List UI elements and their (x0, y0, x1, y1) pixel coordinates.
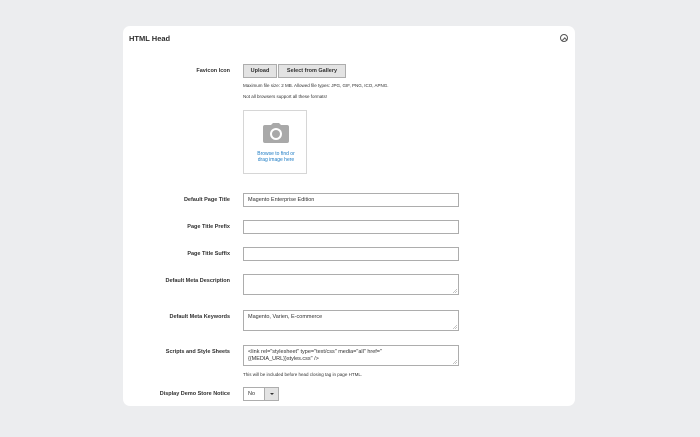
meta-keywords-textarea[interactable]: Magento, Varien, E-commerce (243, 310, 459, 331)
scripts-note: This will be included before head closin… (243, 372, 363, 377)
meta-keywords-label: Default Meta Keywords (169, 314, 230, 320)
select-from-gallery-button[interactable]: Select from Gallery (278, 64, 346, 78)
resize-handle-icon[interactable] (453, 360, 457, 364)
dropzone-line-2: drag image here (257, 157, 295, 163)
dropzone-text[interactable]: Browse to find or drag image here (244, 151, 308, 163)
section-title[interactable]: HTML Head (129, 34, 170, 43)
page-title-suffix-input[interactable] (243, 247, 459, 261)
scripts-value-line-2: {{MEDIA_URL}}styles.css" /> (248, 356, 319, 362)
camera-icon (263, 123, 289, 143)
demo-notice-value: No (248, 391, 256, 397)
meta-description-textarea[interactable] (243, 274, 459, 295)
upload-button[interactable]: Upload (243, 64, 277, 78)
scripts-textarea[interactable]: <link rel="stylesheet" type="text/css" m… (243, 345, 459, 366)
resize-handle-icon[interactable] (453, 325, 457, 329)
page-title-prefix-input[interactable] (243, 220, 459, 234)
default-page-title-input[interactable]: Magento Enterprise Edition (243, 193, 459, 207)
browser-support-note: Not all browsers support all these forma… (243, 94, 328, 99)
demo-notice-select[interactable]: No (243, 387, 279, 401)
scripts-label: Scripts and Style Sheets (165, 349, 230, 355)
html-head-panel: HTML Head Favicon Icon Upload Select fro… (123, 26, 575, 406)
meta-description-label: Default Meta Description (165, 278, 230, 284)
default-page-title-label: Default Page Title (183, 197, 230, 203)
meta-keywords-value: Magento, Varien, E-commerce (248, 314, 323, 320)
demo-notice-label: Display Demo Store Notice (159, 391, 230, 397)
favicon-label: Favicon Icon (196, 68, 230, 74)
collapse-icon[interactable] (560, 34, 568, 42)
image-dropzone[interactable]: Browse to find or drag image here (243, 110, 307, 174)
page-title-suffix-label: Page Title Suffix (187, 251, 230, 257)
chevron-down-icon[interactable] (264, 388, 278, 400)
page-title-prefix-label: Page Title Prefix (187, 224, 230, 230)
resize-handle-icon[interactable] (453, 289, 457, 293)
scripts-value-line-1: <link rel="stylesheet" type="text/css" m… (248, 349, 382, 355)
file-size-note: Maximum file size: 2 MB. Allowed file ty… (243, 83, 389, 88)
